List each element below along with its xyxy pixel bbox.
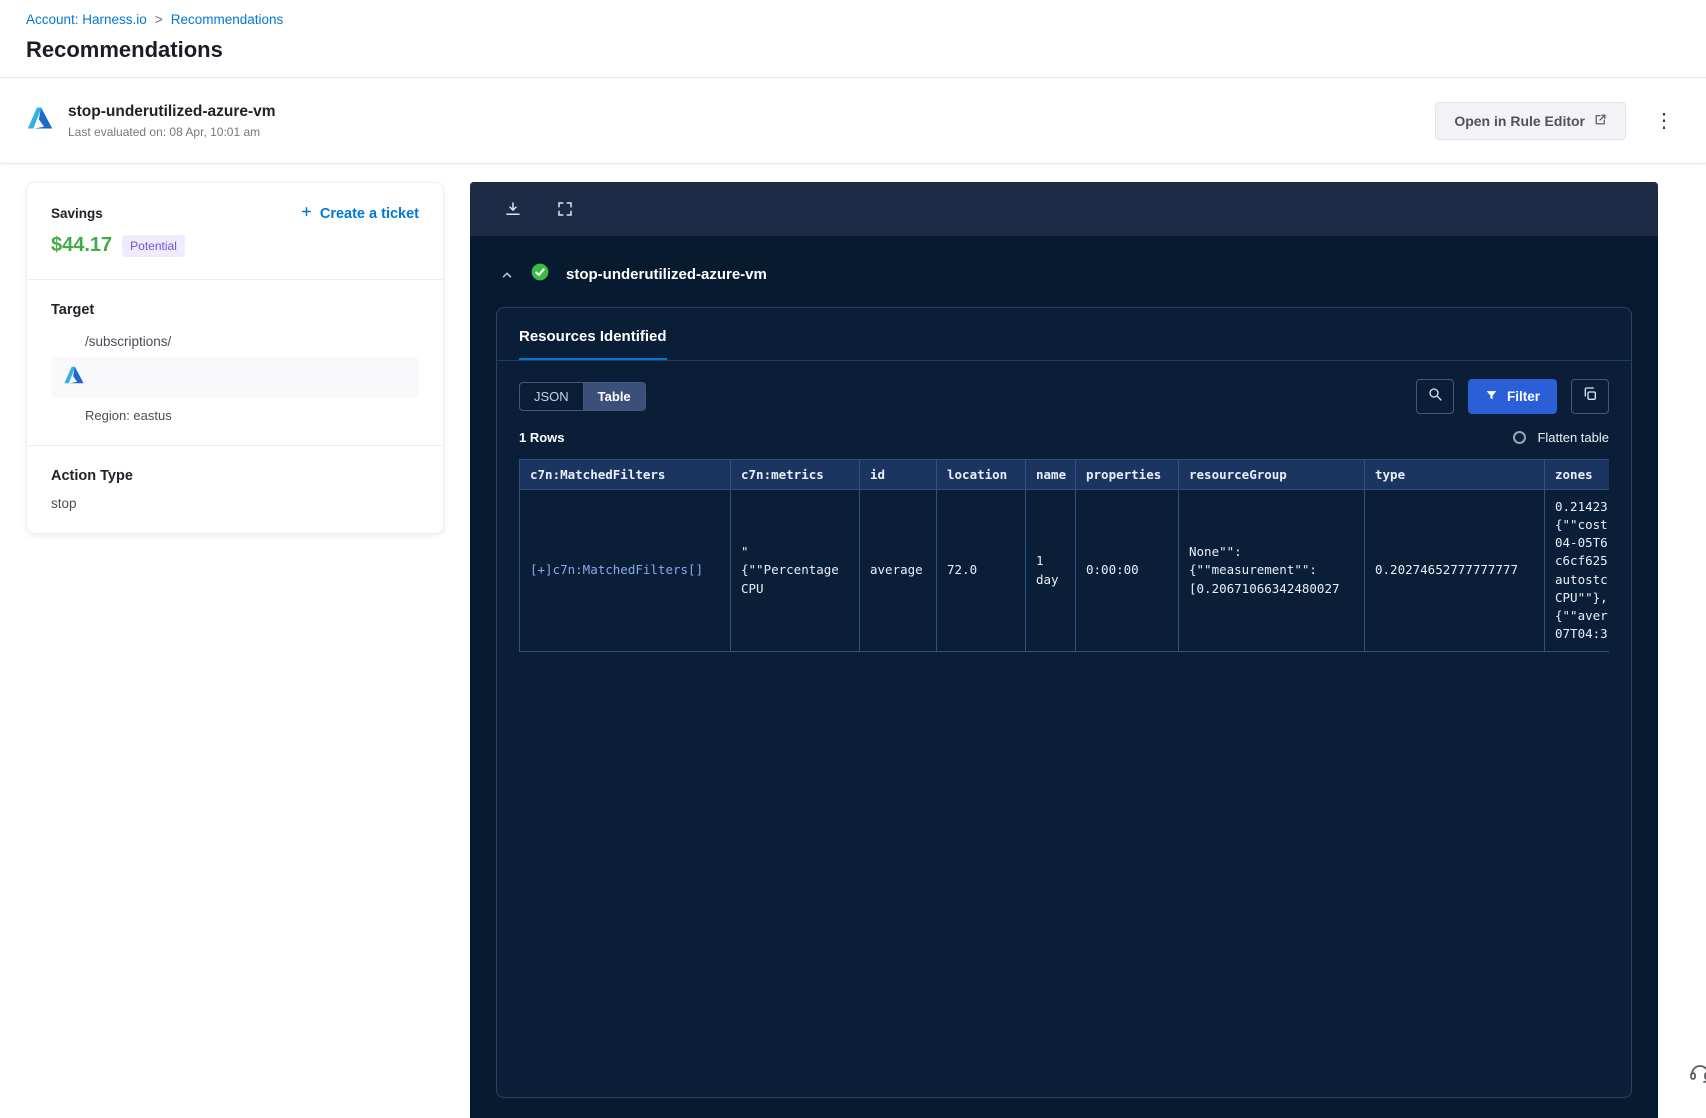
view-json-button[interactable]: JSON (520, 383, 583, 410)
action-type-label: Action Type (51, 468, 133, 484)
copy-icon (1582, 386, 1598, 407)
recommendation-titles: stop-underutilized-azure-vm Last evaluat… (68, 103, 276, 139)
page-title: Recommendations (26, 37, 223, 62)
col-header-location: location (936, 459, 1026, 490)
cell-name: 1 day (1025, 489, 1076, 652)
tab-resources-identified[interactable]: Resources Identified (519, 328, 667, 360)
table-controls: JSON Table Filter (497, 361, 1631, 426)
cell-type: 0.20274652777777777 (1364, 489, 1545, 652)
cell-id: average (859, 489, 937, 652)
resources-table: c7n:MatchedFilters c7n:metrics id locati… (519, 459, 1609, 652)
view-mode-toggle: JSON Table (519, 382, 646, 411)
divider (27, 445, 443, 446)
rule-result-header: stop-underutilized-azure-vm (470, 236, 1658, 301)
create-ticket-button[interactable]: Create a ticket (300, 205, 419, 222)
breadcrumb: Account: Harness.io > Recommendations (26, 12, 1680, 27)
table-row: [+]c7n:MatchedFilters[] " {""Percentage … (519, 489, 1609, 652)
plus-icon (300, 205, 313, 222)
filter-funnel-icon (1485, 389, 1498, 405)
rows-count: 1 Rows (519, 430, 565, 445)
cell-location: 72.0 (936, 489, 1026, 652)
cell-matchedfilters-expand-link[interactable]: [+]c7n:MatchedFilters[] (519, 489, 731, 652)
rule-result-title: stop-underutilized-azure-vm (566, 266, 767, 283)
filter-button[interactable]: Filter (1467, 379, 1557, 414)
download-icon[interactable] (504, 200, 522, 218)
col-header-zones: zones (1544, 459, 1609, 490)
copy-button[interactable] (1571, 379, 1609, 414)
cell-properties: 0:00:00 (1075, 489, 1179, 652)
recommendation-name: stop-underutilized-azure-vm (68, 102, 276, 120)
recommendation-details-card: Savings Create a ticket $44.17 Potential… (26, 182, 444, 534)
target-label: Target (51, 302, 95, 318)
cell-zones: 0.21423 {""cost 04-05T6 c6cf625 autostc … (1544, 489, 1609, 652)
savings-label: Savings (51, 206, 103, 221)
view-table-button[interactable]: Table (582, 383, 645, 410)
more-options-menu-icon[interactable]: ⋮ (1648, 111, 1680, 131)
recommendation-header: stop-underutilized-azure-vm Last evaluat… (0, 78, 1706, 164)
cell-resourcegroup: None"": {""measurement"": [0.20671066342… (1178, 489, 1365, 652)
breadcrumb-recommendations-link[interactable]: Recommendations (171, 12, 284, 27)
col-header-properties: properties (1075, 459, 1179, 490)
table-meta-row: 1 Rows Flatten table (497, 426, 1631, 459)
azure-logo-icon (26, 104, 54, 137)
resources-table-wrap: c7n:MatchedFilters c7n:metrics id locati… (519, 459, 1609, 652)
top-bar: Account: Harness.io > Recommendations Re… (0, 0, 1706, 63)
recommendation-identity: stop-underutilized-azure-vm Last evaluat… (26, 103, 276, 139)
content-area: Savings Create a ticket $44.17 Potential… (0, 164, 1706, 1118)
cell-metrics: " {""Percentage CPU (730, 489, 860, 652)
open-rule-editor-label: Open in Rule Editor (1454, 112, 1585, 129)
col-header-metrics: c7n:metrics (730, 459, 860, 490)
flatten-table-label: Flatten table (1537, 430, 1609, 445)
breadcrumb-separator: > (154, 12, 163, 27)
rule-results-panel: stop-underutilized-azure-vm Resources Id… (470, 182, 1658, 1118)
resources-card: Resources Identified JSON Table Filter 1… (496, 307, 1632, 1098)
divider (27, 279, 443, 280)
col-header-name: name (1025, 459, 1076, 490)
azure-logo-icon (63, 364, 85, 391)
header-actions: Open in Rule Editor ⋮ (1435, 101, 1680, 140)
external-link-icon (1594, 113, 1607, 129)
savings-amount: $44.17 (51, 234, 113, 256)
flatten-table-toggle[interactable] (1513, 431, 1527, 444)
create-ticket-label: Create a ticket (319, 205, 419, 222)
target-region: Region: eastus (85, 408, 172, 423)
search-icon (1427, 386, 1443, 407)
breadcrumb-account-link[interactable]: Account: Harness.io (26, 12, 147, 27)
action-type-value: stop (51, 496, 77, 511)
help-support-icon[interactable] (1688, 1061, 1706, 1090)
target-provider-row (51, 357, 419, 398)
success-check-icon (530, 262, 550, 287)
recommendations-page: Account: Harness.io > Recommendations Re… (0, 0, 1706, 1118)
expand-fullscreen-icon[interactable] (556, 200, 574, 218)
open-rule-editor-button[interactable]: Open in Rule Editor (1435, 101, 1626, 140)
col-header-matchedfilters: c7n:MatchedFilters (519, 459, 731, 490)
col-header-id: id (859, 459, 937, 490)
search-button[interactable] (1415, 379, 1454, 414)
resources-tabs: Resources Identified (497, 308, 1631, 361)
target-subscription-path: /subscriptions/ (85, 334, 172, 349)
filter-label: Filter (1506, 389, 1540, 404)
flatten-table-control: Flatten table (1513, 430, 1609, 445)
table-header-row: c7n:MatchedFilters c7n:metrics id locati… (519, 459, 1609, 490)
col-header-type: type (1364, 459, 1545, 490)
last-evaluated-text: Last evaluated on: 08 Apr, 10:01 am (68, 124, 261, 139)
col-header-resourcegroup: resourceGroup (1178, 459, 1365, 490)
potential-badge: Potential (122, 234, 185, 257)
results-toolbar (470, 182, 1658, 236)
collapse-chevron-up-icon[interactable] (500, 268, 514, 282)
